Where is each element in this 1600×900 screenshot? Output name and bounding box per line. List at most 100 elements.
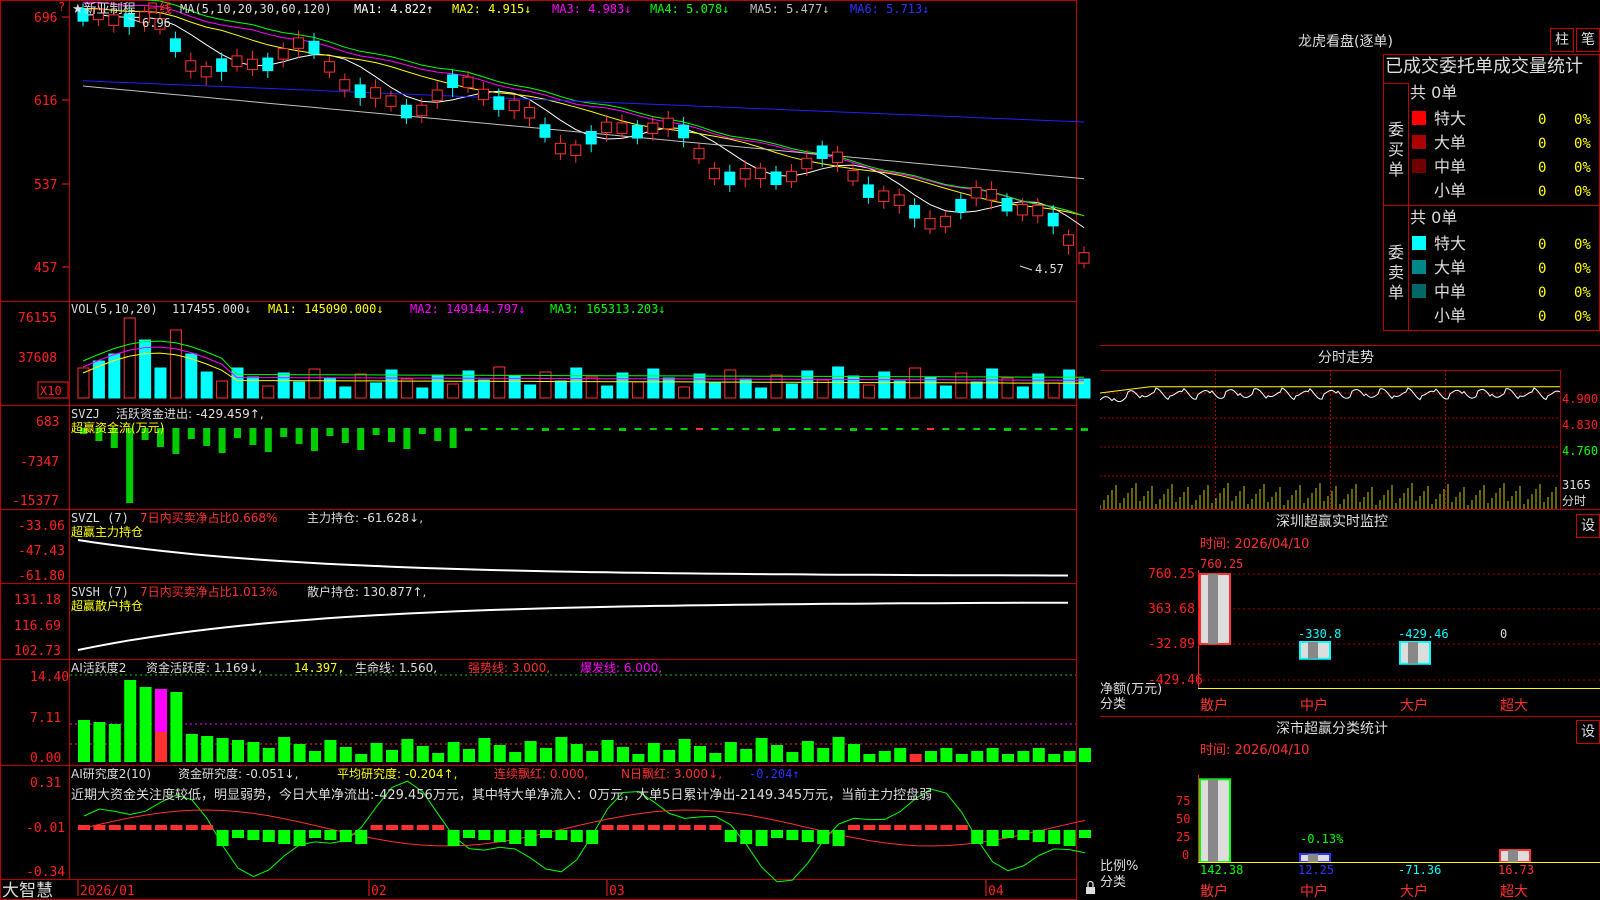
research-bar [247, 830, 260, 840]
ai-active-panel[interactable]: AI活跃度2 资金活跃度: 1.169↓, 14.397, 生命线: 1.560… [30, 660, 1091, 766]
candle [970, 187, 982, 199]
research-bar [262, 830, 275, 842]
research-bar [278, 830, 291, 844]
research-bar [509, 830, 522, 844]
research-bar [339, 830, 352, 842]
order-pct: 0% [1574, 237, 1591, 253]
candle [400, 104, 412, 119]
low-label: 4.57 [1035, 262, 1064, 276]
ai-active-bar [786, 752, 799, 762]
vol-header-4: MA3: 165313.203↓ [550, 302, 666, 316]
kline-chart-area[interactable]: 6.96 4.57 ★新亚制程 日线 MA(5,10,20,30,60,120)… [0, 0, 1100, 900]
side-panel[interactable]: 龙虎看盘(逐单) 已成交委托单成交量统计 共 0单 共 0单 特大 0 0% 大单 0 0… [1100, 0, 1600, 900]
candle [1016, 204, 1028, 216]
svzj-bar [957, 428, 965, 430]
candlesticks[interactable] [77, 2, 1090, 269]
intraday-price-tick: 4.900 [1562, 392, 1598, 406]
cls-y-tick: 25 [1176, 830, 1190, 844]
svzj-bar [834, 428, 842, 430]
ai-active-bar [355, 754, 368, 762]
svzj-bar [619, 428, 626, 431]
svsh-header-2: 散户持仓: 130.877↑, [307, 584, 426, 599]
sz-monitor-time: 时间: 2026/04/10 [1200, 537, 1309, 552]
research-bar [370, 825, 383, 830]
svzj-bar [372, 428, 380, 435]
volume-bar [262, 385, 275, 399]
cls-x-label: 分类 [1100, 875, 1126, 890]
ai-active-bar [740, 749, 753, 762]
pen-mode-button[interactable]: 笔 [1576, 28, 1600, 52]
volume-bar [755, 387, 768, 399]
volume-bar [1001, 377, 1014, 399]
volume-bar [647, 368, 660, 399]
ai-research-header-1: 资金研究度: -0.051↓, [178, 766, 298, 781]
volume-bar [154, 367, 167, 399]
sz-monitor-panel[interactable]: 深圳超赢实时监控 时间: 2026/04/10 760.25 363.68 -3… [1100, 513, 1600, 714]
candle [816, 145, 828, 159]
svzj-bar [988, 428, 996, 430]
research-bar [678, 825, 691, 830]
svzl-panel[interactable]: SVZL (7) 7日内买卖净占比0.668% 主力持仓: -61.628↓, … [18, 510, 1068, 584]
ai-active-bar [447, 742, 460, 762]
svsh-panel[interactable]: SVSH (7) 7日内买卖净占比1.013% 散户持仓: 130.877↑, … [14, 584, 1068, 659]
sz-class-settings-button[interactable]: 设 [1576, 720, 1600, 744]
candle [447, 74, 459, 88]
volume-bar [1016, 386, 1029, 399]
high-label: 6.96 [142, 16, 171, 30]
bar-mode-button[interactable]: 柱 [1550, 28, 1574, 52]
volume-bar [185, 353, 198, 399]
candle [708, 167, 720, 180]
volume-bar [139, 339, 152, 399]
svzj-bar [1034, 428, 1042, 430]
volume-bar [693, 373, 706, 399]
research-bar [878, 825, 891, 830]
svzj-bar [511, 428, 519, 430]
y-tick: 616 [34, 94, 57, 109]
intraday-panel[interactable]: 分时走势 4.900 4.830 4.760 3165 分时 [1100, 350, 1598, 509]
volume-bar [616, 372, 629, 399]
sz-class-panel[interactable]: 深市超赢分类统计 时间: 2026/04/10 75 50 25 0 比例% 分… [1100, 720, 1600, 900]
svzj-header-1: 活跃资金进出: -429.459↑, [116, 406, 264, 421]
ai-active-header-3: 生命线: 1.560, [355, 660, 437, 675]
svzj-bar [1050, 428, 1058, 430]
intraday-price-tick: 4.760 [1562, 444, 1598, 458]
volume-bar [585, 376, 598, 399]
svzj-bar [819, 428, 827, 430]
svzj-bar [465, 428, 472, 431]
candle [893, 194, 905, 206]
order-color-swatch [1412, 135, 1426, 149]
menu-marker-icon[interactable]: ? [58, 0, 65, 14]
volume-bar [601, 385, 614, 399]
ai-research-panel[interactable]: AI研究度2(10) 资金研究度: -0.051↓, 平均研究度: -0.204… [26, 766, 1091, 883]
ai-active-bar [848, 744, 860, 762]
order-color-swatch [1412, 308, 1426, 322]
stock-name: ★新亚制程 [72, 1, 136, 17]
candle [354, 84, 366, 98]
svzj-bar [742, 428, 750, 430]
research-bar [570, 830, 583, 842]
ai-active-bar [678, 739, 691, 762]
order-color-swatch [1412, 111, 1426, 125]
main-candle-panel[interactable]: 6.96 4.57 [77, 0, 1090, 276]
intraday-vol-label: 分时 [1562, 494, 1586, 508]
mon-value: -330.8 [1298, 627, 1341, 641]
lock-icon[interactable] [1086, 880, 1095, 895]
volume-panel[interactable]: VOL(5,10,20) 117455.000↓ MA1: 145090.000… [18, 302, 1091, 399]
cls-cat: 大户 [1400, 883, 1428, 900]
mon-x-label: 分类 [1100, 697, 1126, 712]
moving-average-lines [82, 0, 1085, 229]
order-type-label: 大单 [1434, 258, 1466, 277]
order-color-swatch [1412, 159, 1426, 173]
research-bar [447, 830, 460, 846]
research-bar [416, 825, 429, 830]
svzj-bar [865, 428, 873, 430]
ai-active-bar [493, 745, 506, 762]
vol-header-1: 117455.000↓ [172, 302, 251, 316]
research-bar [694, 825, 706, 830]
research-bar [986, 830, 999, 846]
sz-monitor-settings-button[interactable]: 设 [1576, 514, 1600, 538]
svzj-panel[interactable]: SVZJ 活跃资金进出: -429.459↑, 超赢资金流(万元) 683 -7… [12, 406, 1088, 509]
mon-value: -429.46 [1398, 627, 1449, 641]
svzj-bar [927, 428, 934, 430]
ai-active-bar [909, 754, 922, 762]
